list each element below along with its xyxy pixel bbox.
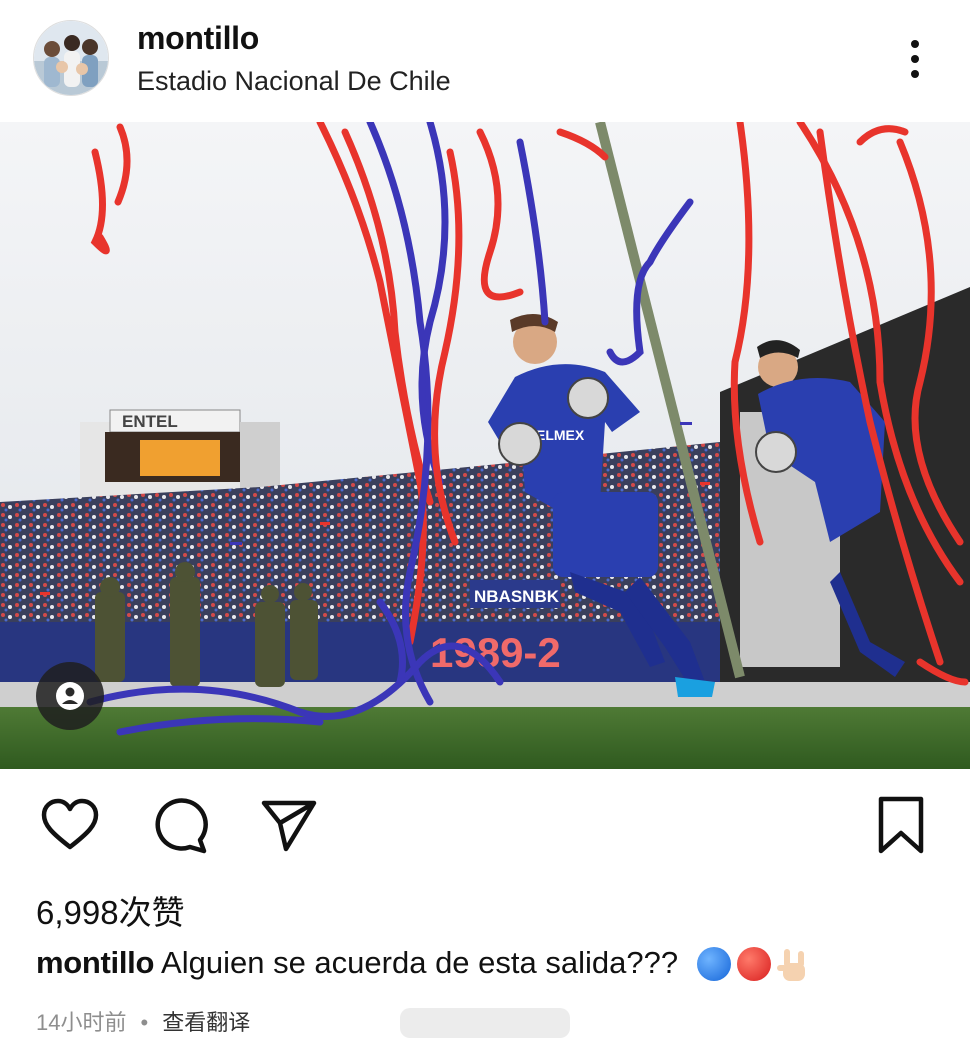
- share-button[interactable]: [253, 790, 323, 860]
- post-location[interactable]: Estadio Nacional De Chile: [137, 66, 451, 97]
- caption-emojis: [696, 946, 811, 983]
- post-photo[interactable]: ENTEL NBASNBK 1989-2 ELMEX: [0, 122, 970, 769]
- jersey-sponsor: ELMEX: [536, 427, 585, 443]
- heart-icon: [41, 798, 99, 850]
- pitch: [0, 707, 970, 769]
- more-options-button[interactable]: [900, 36, 930, 82]
- caption: montillo Alguien se acuerda de esta sali…: [36, 945, 811, 983]
- bookmark-icon: [878, 796, 924, 854]
- meta-separator: •: [140, 1010, 149, 1035]
- scoreboard-text: ENTEL: [122, 412, 178, 431]
- rock-on-hand-icon: [776, 948, 805, 981]
- caption-username[interactable]: montillo: [36, 945, 154, 980]
- banner-brand: NBASNBK: [474, 587, 560, 606]
- avatar-family-photo: [34, 21, 108, 95]
- likes-count[interactable]: 6,998次赞: [36, 886, 185, 934]
- more-dot: [911, 70, 919, 78]
- stadium-photo: ENTEL NBASNBK 1989-2 ELMEX: [0, 122, 970, 769]
- blue-circle-icon: [696, 946, 731, 981]
- more-vertical-icon: [911, 40, 919, 48]
- comment-icon: [155, 798, 208, 854]
- watermark: [400, 1008, 570, 1038]
- translate-link[interactable]: 查看翻译: [162, 1010, 250, 1035]
- post-header: montillo Estadio Nacional De Chile: [0, 0, 970, 122]
- more-dot: [911, 55, 919, 63]
- post-username[interactable]: montillo: [137, 20, 259, 57]
- post-meta: 14小时前 • 查看翻译: [36, 1005, 250, 1037]
- red-circle-icon: [736, 946, 771, 981]
- post-actions: [0, 790, 970, 862]
- like-button[interactable]: [35, 790, 105, 860]
- post-time: 14小时前: [36, 1010, 127, 1035]
- avatar[interactable]: [33, 20, 109, 96]
- save-button[interactable]: [866, 790, 936, 860]
- user-tag-icon: [56, 682, 84, 710]
- send-icon: [261, 800, 317, 852]
- comment-button[interactable]: [145, 790, 215, 860]
- caption-text: Alguien se acuerda de esta salida???: [161, 945, 679, 980]
- banner-text: 1989-2: [430, 629, 561, 676]
- user-tag-button[interactable]: [36, 662, 104, 730]
